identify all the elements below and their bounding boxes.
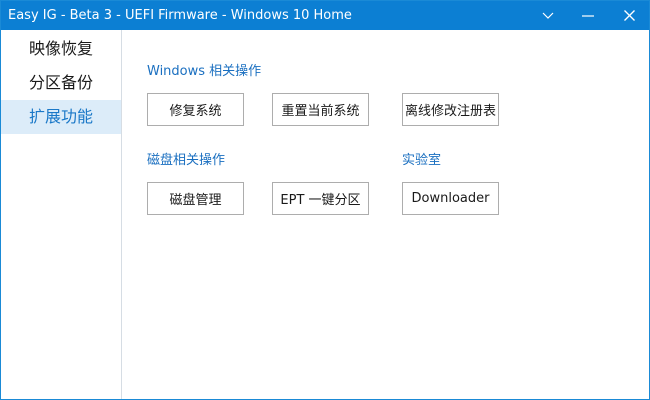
sidebar-item-image-restore[interactable]: 映像恢复 bbox=[1, 32, 121, 66]
disk-management-button[interactable]: 磁盘管理 bbox=[147, 182, 244, 215]
section-title-windows: Windows 相关操作 bbox=[147, 64, 262, 79]
sidebar-item-partition-backup[interactable]: 分区备份 bbox=[1, 66, 121, 100]
downloader-button[interactable]: Downloader bbox=[402, 182, 499, 215]
minimize-icon bbox=[582, 14, 594, 17]
chevron-down-icon bbox=[542, 12, 554, 19]
offline-registry-edit-button[interactable]: 离线修改注册表 bbox=[402, 93, 499, 126]
collapse-button[interactable] bbox=[528, 1, 568, 30]
reset-current-system-button[interactable]: 重置当前系统 bbox=[272, 93, 369, 126]
title-bar[interactable]: Easy IG - Beta 3 - UEFI Firmware - Windo… bbox=[1, 1, 649, 30]
sidebar: 映像恢复 分区备份 扩展功能 bbox=[1, 30, 122, 399]
section-title-lab: 实验室 bbox=[402, 153, 442, 168]
close-button[interactable] bbox=[609, 1, 649, 30]
repair-system-button[interactable]: 修复系统 bbox=[147, 93, 244, 126]
close-icon bbox=[623, 10, 635, 21]
app-window: Easy IG - Beta 3 - UEFI Firmware - Windo… bbox=[0, 0, 650, 400]
minimize-button[interactable] bbox=[568, 1, 608, 30]
sidebar-item-extensions[interactable]: 扩展功能 bbox=[1, 100, 121, 134]
window-title: Easy IG - Beta 3 - UEFI Firmware - Windo… bbox=[8, 8, 352, 23]
section-title-disk: 磁盘相关操作 bbox=[147, 153, 226, 168]
ept-partition-button[interactable]: EPT 一键分区 bbox=[272, 182, 369, 215]
